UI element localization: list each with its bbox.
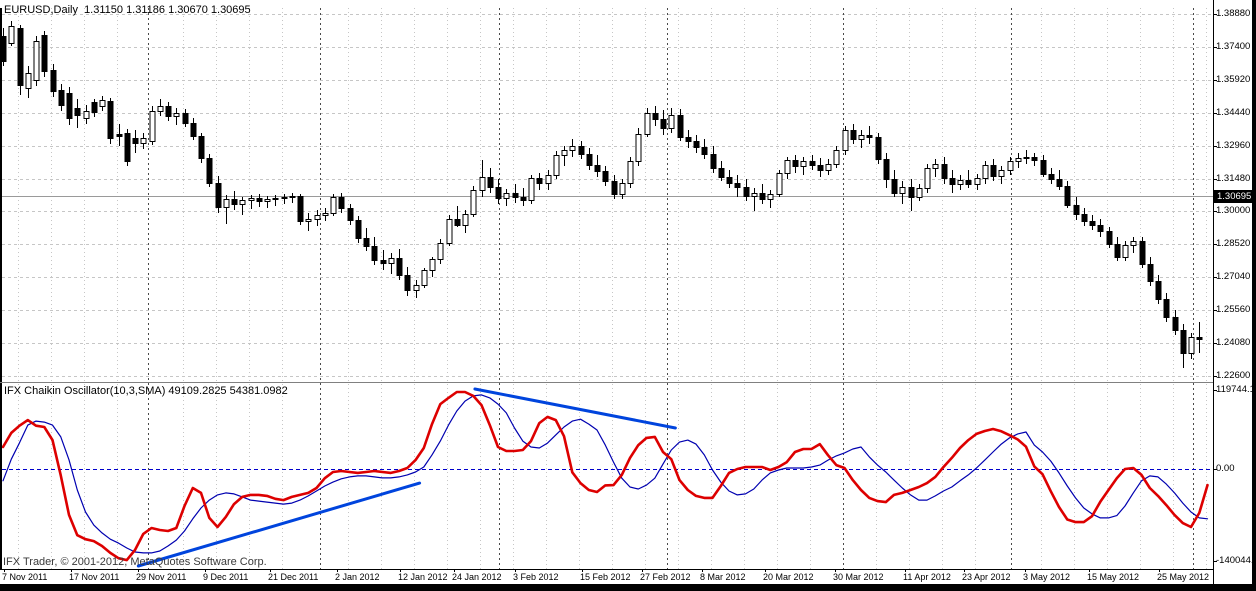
- price-axis-label: 1.31480: [1216, 173, 1250, 184]
- price-axis-label: 1.37400: [1216, 41, 1250, 52]
- date-axis-label: 20 Mar 2012: [763, 572, 814, 582]
- price-axis-label: 1.30000: [1216, 205, 1250, 216]
- price-axis-label: 1.35920: [1216, 74, 1250, 85]
- chart-canvas[interactable]: [0, 0, 1256, 591]
- date-axis-label: 11 Apr 2012: [903, 572, 951, 582]
- date-axis-label: 3 May 2012: [1023, 572, 1070, 582]
- price-axis-label: 1.34440: [1216, 107, 1250, 118]
- price-axis-label: 1.38880: [1216, 8, 1250, 19]
- date-axis-label: 17 Nov 2011: [69, 572, 119, 582]
- panel-left-border: [0, 8, 2, 569]
- candles-layer[interactable]: [1, 21, 1202, 368]
- date-axis-label: 9 Dec 2011: [203, 572, 248, 582]
- date-axis-label: 2 Jan 2012: [335, 572, 380, 582]
- date-axis-label: 15 May 2012: [1087, 572, 1139, 582]
- price-axis-label: 1.25560: [1216, 304, 1250, 315]
- date-axis-label: 3 Feb 2012: [513, 572, 559, 582]
- window-edge-bottom: [0, 584, 1256, 591]
- price-axis-label: 1.28520: [1216, 238, 1250, 249]
- price-axis-label: 1.24080: [1216, 337, 1250, 348]
- price-axis-label: 1.32960: [1216, 140, 1250, 151]
- date-axis-label: 27 Feb 2012: [640, 572, 691, 582]
- indicator-axis-label: 119744.1: [1216, 384, 1255, 395]
- date-axis-label: 29 Nov 2011: [136, 572, 186, 582]
- date-axis-label: 24 Jan 2012: [452, 572, 502, 582]
- window-edge-right: [1252, 0, 1256, 591]
- current-price-tag: 1.30695: [1214, 190, 1256, 203]
- trading-chart-window: EURUSD,Daily 1.31150 1.31186 1.30670 1.3…: [0, 0, 1256, 591]
- signal-line: [3, 395, 1208, 553]
- indicator-title: IFX Chaikin Oscillator(10,3,SMA) 49109.2…: [4, 385, 288, 397]
- date-axis-label: 7 Nov 2011: [2, 572, 47, 582]
- price-axis-label: 1.27040: [1216, 271, 1250, 282]
- platform-watermark: IFX Trader, © 2001-2012, MetaQuotes Soft…: [3, 556, 267, 568]
- oscillator-layer: [3, 389, 1208, 566]
- date-axis-label: 30 Mar 2012: [833, 572, 884, 582]
- date-axis-label: 15 Feb 2012: [580, 572, 631, 582]
- indicator-axis-label: 0.00: [1216, 463, 1235, 474]
- price-axis-label: 1.22600: [1216, 370, 1250, 381]
- date-axis-label: 21 Dec 2011: [268, 572, 318, 582]
- date-axis-label: 25 May 2012: [1157, 572, 1209, 582]
- date-axis-label: 8 Mar 2012: [700, 572, 746, 582]
- indicator-axis-label: -140044.: [1216, 555, 1254, 566]
- date-axis-label: 12 Jan 2012: [398, 572, 448, 582]
- date-axis-label: 23 Apr 2012: [962, 572, 1011, 582]
- trendline[interactable]: [138, 483, 419, 566]
- chart-title: EURUSD,Daily 1.31150 1.31186 1.30670 1.3…: [4, 4, 251, 16]
